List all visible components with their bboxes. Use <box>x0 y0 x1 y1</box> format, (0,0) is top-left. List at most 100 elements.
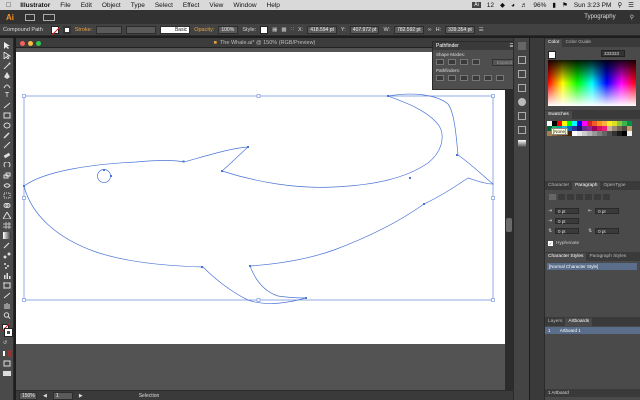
outline-button[interactable] <box>484 75 492 81</box>
battery-icon[interactable]: ▮ <box>552 1 556 9</box>
divide-button[interactable] <box>436 75 444 81</box>
rotate-tool-icon[interactable] <box>3 161 11 169</box>
dropbox-icon[interactable]: ◆ <box>500 1 505 9</box>
crop-button[interactable] <box>472 75 480 81</box>
hand-tool-icon[interactable] <box>3 302 11 309</box>
brushes-panel-icon[interactable] <box>518 112 526 120</box>
constrain-proportions-icon[interactable]: ∞ <box>428 27 432 33</box>
apple-icon[interactable]:  <box>0 2 15 9</box>
transform-icon[interactable]: ▩ <box>281 27 286 33</box>
symbol-sprayer-tool-icon[interactable] <box>3 262 11 269</box>
character-style-item[interactable]: [Normal Character Style] <box>547 263 637 270</box>
unite-button[interactable] <box>436 59 444 65</box>
w-field[interactable]: 782.592 pt <box>394 25 424 34</box>
stroke-weight-field[interactable] <box>96 25 123 34</box>
menu-view[interactable]: View <box>204 2 228 9</box>
transform-panel-icon[interactable] <box>518 56 526 64</box>
arrange-documents-icon[interactable] <box>43 13 55 21</box>
variable-width-profile[interactable] <box>126 25 157 34</box>
vertical-scroll-thumb[interactable] <box>506 218 512 232</box>
align-right-button[interactable] <box>567 194 574 200</box>
tab-opentype[interactable]: OpenType <box>600 182 628 190</box>
fill-stroke-mini[interactable] <box>548 51 556 59</box>
artboard-canvas[interactable] <box>16 52 505 344</box>
volume-icon[interactable]: ♬ <box>521 2 528 9</box>
tab-character[interactable]: Character <box>545 182 572 190</box>
perspective-grid-tool-icon[interactable] <box>2 210 12 220</box>
left-indent-field[interactable]: 0 pt <box>555 208 580 214</box>
mesh-tool-icon[interactable] <box>3 222 11 229</box>
stroke-swatch[interactable] <box>62 25 71 34</box>
properties-icon[interactable] <box>518 42 526 50</box>
fill-swatch[interactable] <box>50 25 60 35</box>
clock[interactable]: Sun 3:23 PM <box>574 2 612 9</box>
stroke-panel-icon[interactable] <box>518 126 526 134</box>
shape-builder-tool-icon[interactable] <box>3 202 11 209</box>
hyphenate-checkbox[interactable]: ✓ <box>548 241 553 246</box>
selection-bounding-box[interactable] <box>23 95 494 301</box>
align-center-button[interactable] <box>558 194 565 200</box>
stroke-color-icon[interactable] <box>4 328 13 337</box>
menu-help[interactable]: Help <box>262 2 285 9</box>
type-tool-icon[interactable]: T <box>3 92 11 99</box>
menu-window[interactable]: Window <box>228 2 261 9</box>
first-line-indent-field[interactable]: 0 pt <box>555 218 580 224</box>
appearance-panel-icon[interactable] <box>518 98 526 106</box>
tab-paragraph-styles[interactable]: Paragraph Styles <box>586 253 629 261</box>
maximize-window-button[interactable] <box>36 41 41 46</box>
align-icon[interactable]: ▦ <box>272 27 277 33</box>
free-transform-tool-icon[interactable] <box>3 192 11 199</box>
artboard-tool-icon[interactable] <box>3 282 11 289</box>
workspace-switcher[interactable]: Typography <box>584 14 615 20</box>
pen-tool-icon[interactable] <box>3 72 11 79</box>
paintbrush-tool-icon[interactable] <box>3 132 11 139</box>
justify-all-button[interactable] <box>603 194 610 200</box>
tab-character-styles[interactable]: Character Styles <box>545 253 587 261</box>
eraser-tool-icon[interactable] <box>3 152 11 159</box>
brush-definition[interactable]: Basic <box>160 25 191 34</box>
scale-tool-icon[interactable] <box>3 172 11 179</box>
merge-button[interactable] <box>460 75 468 81</box>
h-field[interactable]: 339.354 pt <box>445 25 475 34</box>
close-window-button[interactable] <box>20 41 25 46</box>
intersect-button[interactable] <box>459 59 468 65</box>
menu-select[interactable]: Select <box>150 2 178 9</box>
tab-swatches[interactable]: Swatches <box>545 111 572 119</box>
flag-icon[interactable]: ⚑ <box>562 1 568 9</box>
stroke-label[interactable]: Stroke: <box>75 27 92 33</box>
drawing-mode-icon[interactable] <box>3 360 11 367</box>
x-field[interactable]: 418.594 pt <box>307 25 337 34</box>
vertical-scrollbar[interactable] <box>505 48 513 390</box>
space-before-field[interactable]: 0 pt <box>555 228 580 234</box>
next-artboard-button[interactable]: ▶ <box>79 393 83 399</box>
artboard-number-field[interactable]: 1 <box>52 391 73 400</box>
menu-app-name[interactable]: Illustrator <box>15 2 55 9</box>
menu-type[interactable]: Type <box>126 2 150 9</box>
column-graph-tool-icon[interactable] <box>3 272 11 279</box>
y-field[interactable]: 407.972 pt <box>349 25 380 34</box>
gradient-tool-icon[interactable] <box>3 232 11 239</box>
menu-object[interactable]: Object <box>97 2 126 9</box>
pathfinder-panel-header[interactable]: Pathfinder ☰ <box>433 42 517 50</box>
blend-tool-icon[interactable] <box>3 252 11 259</box>
eyedropper-tool-icon[interactable] <box>3 242 11 249</box>
align-left-button[interactable] <box>549 194 556 200</box>
spotlight-search-icon[interactable]: ⚲ <box>617 1 622 9</box>
panel-menu-icon[interactable]: ☰ <box>479 27 484 33</box>
selection-tool-icon[interactable] <box>3 42 11 49</box>
justify-right-button[interactable] <box>594 194 601 200</box>
menu-file[interactable]: File <box>55 2 75 9</box>
opacity-label[interactable]: Opacity: <box>194 27 214 33</box>
color-mode-icon[interactable] <box>3 350 12 357</box>
swatch-chip[interactable] <box>627 131 632 136</box>
tab-color-guide[interactable]: Color Guide <box>562 39 594 47</box>
layers-panel-icon[interactable] <box>518 84 526 92</box>
tab-artboards[interactable]: Artboards <box>565 318 593 326</box>
tab-layers[interactable]: Layers <box>545 318 565 326</box>
gradient-panel-icon[interactable] <box>518 140 526 148</box>
screen-mode-icon[interactable] <box>3 370 11 377</box>
minus-front-button[interactable] <box>447 59 456 65</box>
reference-point-icon[interactable]: ∷ <box>291 27 295 33</box>
pencil-tool-icon[interactable] <box>3 141 11 149</box>
line-tool-icon[interactable] <box>3 102 11 109</box>
